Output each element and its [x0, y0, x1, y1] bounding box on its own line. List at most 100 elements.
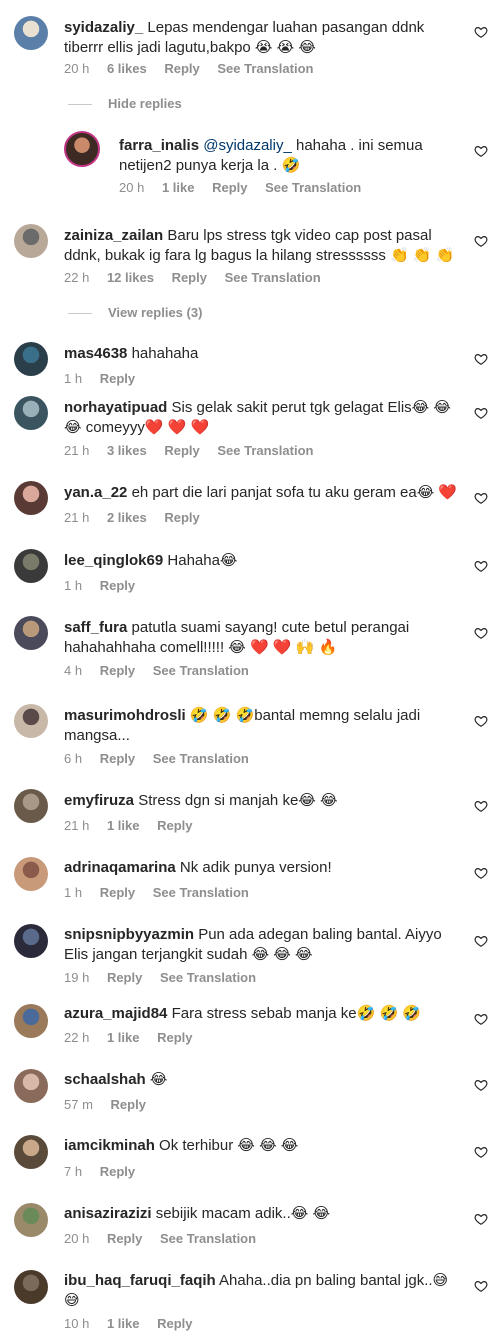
comment-time: 21 h	[64, 818, 90, 833]
view-replies-button[interactable]: View replies (3)	[68, 305, 202, 320]
reply-button[interactable]: Reply	[107, 1231, 142, 1246]
comment-likes[interactable]: 1 like	[107, 818, 140, 833]
reply-button[interactable]: Reply	[111, 1097, 146, 1112]
avatar[interactable]	[14, 1069, 48, 1103]
comment-likes[interactable]: 1 like	[162, 180, 195, 195]
see-translation-button[interactable]: See Translation	[153, 663, 249, 678]
like-heart-icon[interactable]	[474, 1078, 488, 1092]
like-heart-icon[interactable]	[474, 559, 488, 573]
comment-username[interactable]: anisazirazizi	[64, 1205, 152, 1222]
avatar[interactable]	[64, 131, 100, 167]
like-heart-icon[interactable]	[474, 352, 488, 366]
comment-username[interactable]: mas4638	[64, 345, 127, 362]
comment-username[interactable]: yan.a_22	[64, 484, 127, 501]
avatar[interactable]	[14, 342, 48, 376]
reply-button[interactable]: Reply	[164, 443, 199, 458]
comment-username[interactable]: zainiza_zailan	[64, 227, 163, 244]
see-translation-button[interactable]: See Translation	[160, 1231, 256, 1246]
avatar[interactable]	[14, 16, 48, 50]
like-heart-icon[interactable]	[474, 234, 488, 248]
like-heart-icon[interactable]	[474, 799, 488, 813]
avatar[interactable]	[14, 1004, 48, 1038]
like-heart-icon[interactable]	[474, 934, 488, 948]
like-heart-icon[interactable]	[474, 626, 488, 640]
comment-body: Stress dgn si manjah ke😂 😂	[138, 792, 338, 809]
comment-time: 21 h	[64, 510, 90, 525]
see-translation-button[interactable]: See Translation	[225, 270, 321, 285]
comment-meta: 20 h 1 like Reply See Translation	[119, 180, 375, 195]
comment-meta: 6 h Reply See Translation	[64, 751, 263, 766]
comment-meta: 1 h Reply See Translation	[64, 885, 263, 900]
comment-username[interactable]: masurimohdrosli	[64, 707, 186, 724]
comment-username[interactable]: adrinaqamarina	[64, 859, 176, 876]
comment-username[interactable]: schaalshah	[64, 1071, 146, 1088]
comment-likes[interactable]: 6 likes	[107, 61, 147, 76]
see-translation-button[interactable]: See Translation	[160, 970, 256, 985]
comment-meta: 21 h 3 likes Reply See Translation	[64, 443, 327, 458]
like-heart-icon[interactable]	[474, 714, 488, 728]
like-heart-icon[interactable]	[474, 1212, 488, 1226]
comment-username[interactable]: saff_fura	[64, 619, 127, 636]
reply-button[interactable]: Reply	[100, 885, 135, 900]
like-heart-icon[interactable]	[474, 866, 488, 880]
avatar[interactable]	[14, 857, 48, 891]
comment-time: 1 h	[64, 578, 83, 593]
avatar[interactable]	[14, 704, 48, 738]
comment-username[interactable]: snipsnipbyyazmin	[64, 926, 194, 943]
avatar[interactable]	[14, 224, 48, 258]
like-heart-icon[interactable]	[474, 1012, 488, 1026]
reply-button[interactable]: Reply	[172, 270, 207, 285]
like-heart-icon[interactable]	[474, 491, 488, 505]
avatar[interactable]	[14, 549, 48, 583]
comment-username[interactable]: farra_inalis	[119, 137, 199, 154]
see-translation-button[interactable]: See Translation	[217, 61, 313, 76]
like-heart-icon[interactable]	[474, 1145, 488, 1159]
comment-likes[interactable]: 1 like	[107, 1316, 140, 1331]
avatar[interactable]	[14, 1270, 48, 1304]
see-translation-button[interactable]: See Translation	[265, 180, 361, 195]
avatar[interactable]	[14, 1203, 48, 1237]
avatar[interactable]	[14, 789, 48, 823]
comment-likes[interactable]: 2 likes	[107, 510, 147, 525]
reply-button[interactable]: Reply	[157, 1030, 192, 1045]
comment-time: 22 h	[64, 1030, 90, 1045]
comment-username[interactable]: lee_qinglok69	[64, 552, 163, 569]
comment-likes[interactable]: 1 like	[107, 1030, 140, 1045]
reply-button[interactable]: Reply	[157, 818, 192, 833]
see-translation-button[interactable]: See Translation	[153, 885, 249, 900]
reply-button[interactable]: Reply	[100, 751, 135, 766]
comment-username[interactable]: norhayatipuad	[64, 399, 167, 416]
comment-text: schaalshah 😂	[64, 1070, 464, 1090]
reply-button[interactable]: Reply	[157, 1316, 192, 1331]
see-translation-button[interactable]: See Translation	[217, 443, 313, 458]
comment-username[interactable]: iamcikminah	[64, 1137, 155, 1154]
avatar[interactable]	[14, 396, 48, 430]
like-heart-icon[interactable]	[474, 25, 488, 39]
reply-button[interactable]: Reply	[212, 180, 247, 195]
avatar[interactable]	[14, 481, 48, 515]
comment-likes[interactable]: 3 likes	[107, 443, 147, 458]
mention-link[interactable]: @syidazaliy_	[203, 137, 292, 154]
reply-button[interactable]: Reply	[100, 1164, 135, 1179]
comment-username[interactable]: azura_majid84	[64, 1005, 167, 1022]
reply-button[interactable]: Reply	[100, 371, 135, 386]
comment-meta: 19 h Reply See Translation	[64, 970, 270, 985]
reply-button[interactable]: Reply	[100, 663, 135, 678]
avatar[interactable]	[14, 1135, 48, 1169]
reply-button[interactable]: Reply	[107, 970, 142, 985]
comment-likes[interactable]: 12 likes	[107, 270, 154, 285]
like-heart-icon[interactable]	[474, 406, 488, 420]
see-translation-button[interactable]: See Translation	[153, 751, 249, 766]
reply-button[interactable]: Reply	[164, 510, 199, 525]
avatar[interactable]	[14, 924, 48, 958]
reply-button[interactable]: Reply	[100, 578, 135, 593]
comment-username[interactable]: syidazaliy_	[64, 19, 143, 36]
like-heart-icon[interactable]	[474, 1279, 488, 1293]
reply-button[interactable]: Reply	[164, 61, 199, 76]
comment-username[interactable]: ibu_haq_faruqi_faqih	[64, 1272, 216, 1289]
like-heart-icon[interactable]	[474, 144, 488, 158]
comment-time: 22 h	[64, 270, 90, 285]
comment-username[interactable]: emyfiruza	[64, 792, 134, 809]
hide-replies-button[interactable]: Hide replies	[68, 96, 182, 111]
avatar[interactable]	[14, 616, 48, 650]
